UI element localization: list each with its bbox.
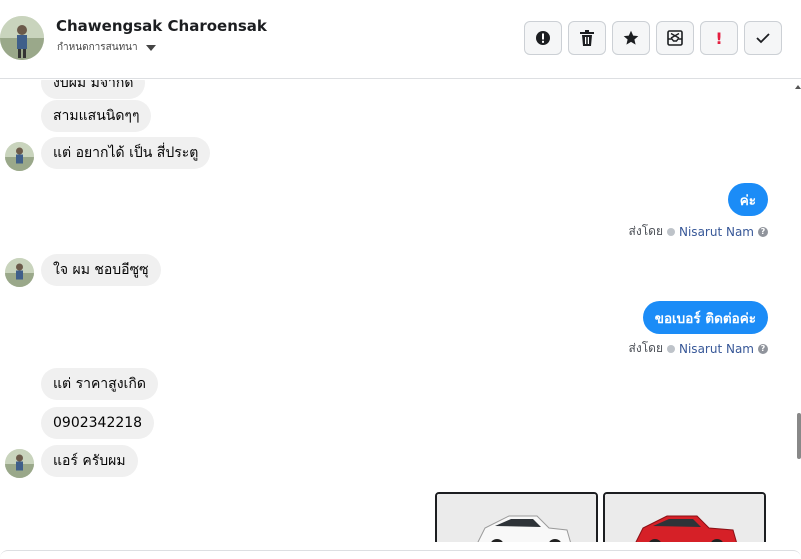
scrollbar-thumb[interactable]	[797, 413, 801, 459]
incoming-message: สามแสนนิดๆๆ	[41, 100, 152, 132]
sent-by-info: ส่งโดย Nisarut Nam ?	[629, 222, 768, 241]
agent-name[interactable]: Nisarut Nam	[679, 225, 754, 239]
conversation-label-dropdown[interactable]: กำหนดการสนทนา	[57, 40, 156, 55]
sent-by-label: ส่งโดย	[628, 224, 663, 238]
help-icon[interactable]: ?	[758, 343, 768, 354]
scroll-up-icon[interactable]	[795, 85, 801, 89]
incoming-message: 0902342218	[41, 407, 155, 439]
exclamation-icon: !	[715, 28, 723, 48]
mark-spam-button[interactable]	[524, 21, 562, 55]
sent-by-info: ส่งโดย Nisarut Nam ?	[629, 339, 768, 358]
exclamation-circle-icon	[536, 31, 550, 45]
incoming-message: งบผม มีจำกัด	[41, 80, 146, 99]
help-icon[interactable]: ?	[758, 226, 768, 237]
flag-button[interactable]: !	[700, 21, 738, 55]
outgoing-message: ค่ะ	[727, 183, 768, 216]
thread-scrollbar[interactable]	[795, 80, 801, 542]
contact-avatar[interactable]	[0, 16, 44, 60]
sent-by-label: ส่งโดย	[628, 341, 663, 355]
contact-avatar-small	[5, 142, 34, 171]
conversation-header: Chawengsak Charoensak กำหนดการสนทนา !	[0, 0, 801, 79]
agent-name[interactable]: Nisarut Nam	[679, 342, 754, 356]
archive-icon	[667, 30, 683, 46]
trash-icon	[580, 30, 594, 46]
incoming-message: แต่ ราคาสูงเกิด	[41, 368, 158, 400]
contact-avatar-small	[5, 449, 34, 478]
outgoing-message: ขอเบอร์ ติดต่อค่ะ	[642, 301, 768, 334]
label-dropdown-text: กำหนดการสนทนา	[57, 42, 138, 53]
incoming-message: ใจ ผม ชอบอีซูซุ	[41, 254, 161, 286]
star-button[interactable]	[612, 21, 650, 55]
message-thread[interactable]: งบผม มีจำกัด สามแสนนิดๆๆ แต่ อยากได้ เป็…	[0, 80, 801, 542]
conversation-toolbar: !	[524, 21, 782, 55]
image-attachment-white-pickup[interactable]	[435, 492, 598, 542]
caret-down-icon	[145, 44, 156, 51]
archive-button[interactable]	[656, 21, 694, 55]
message-composer[interactable]	[0, 550, 801, 559]
incoming-message: แต่ อยากได้ เป็น สี่ประตู	[41, 137, 211, 169]
agent-status-icon	[667, 227, 675, 236]
pickup-truck-image	[605, 494, 764, 542]
incoming-message: แอร์ ครับผม	[41, 445, 138, 477]
contact-name[interactable]: Chawengsak Charoensak	[56, 17, 267, 35]
contact-avatar-small	[5, 258, 34, 287]
pickup-truck-image	[437, 494, 596, 542]
checkmark-icon	[756, 33, 770, 44]
image-attachment-red-pickup[interactable]	[603, 492, 766, 542]
agent-status-icon	[667, 344, 675, 353]
delete-button[interactable]	[568, 21, 606, 55]
mark-done-button[interactable]	[744, 21, 782, 55]
star-icon	[623, 30, 639, 45]
